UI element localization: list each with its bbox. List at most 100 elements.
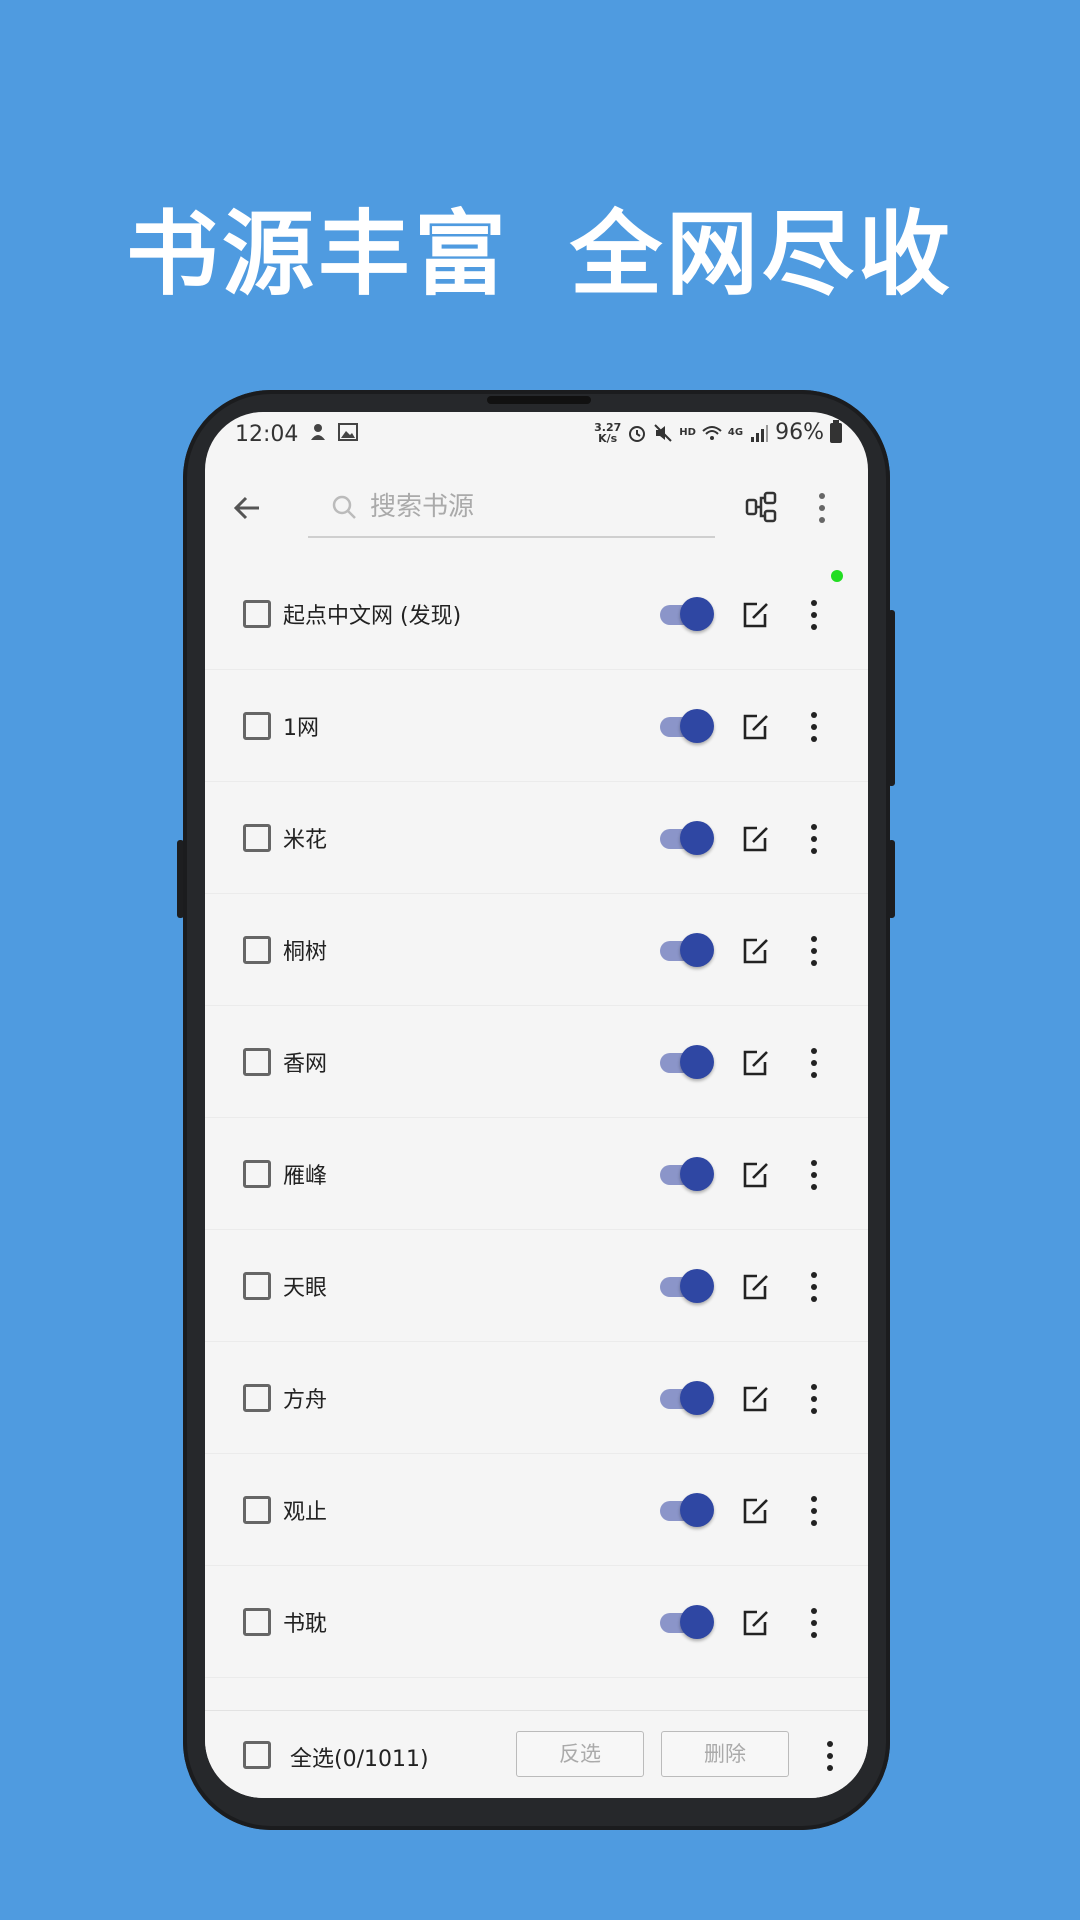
more-vert-icon[interactable] <box>809 1382 819 1416</box>
source-checkbox[interactable] <box>243 1048 271 1076</box>
source-enable-toggle[interactable] <box>660 820 714 856</box>
phone-speaker <box>487 396 591 404</box>
source-checkbox[interactable] <box>243 1160 271 1188</box>
more-vert-icon[interactable] <box>809 934 819 968</box>
mute-icon <box>654 423 672 442</box>
edit-icon[interactable] <box>741 1496 771 1526</box>
edit-icon[interactable] <box>741 1384 771 1414</box>
source-enable-toggle[interactable] <box>660 1380 714 1416</box>
image-icon <box>338 423 358 441</box>
toggle-knob <box>680 1269 714 1303</box>
toggle-knob <box>680 1493 714 1527</box>
toggle-knob <box>680 1381 714 1415</box>
toggle-knob <box>680 1045 714 1079</box>
source-enable-toggle[interactable] <box>660 1156 714 1192</box>
source-name: 米花 <box>283 828 328 853</box>
source-name: 雁峰 <box>283 1164 328 1189</box>
more-vert-icon[interactable] <box>809 1158 819 1192</box>
source-enable-toggle[interactable] <box>660 1268 714 1304</box>
edit-icon[interactable] <box>741 936 771 966</box>
search-bar[interactable] <box>308 478 715 538</box>
source-row[interactable]: 香网 <box>205 1006 868 1118</box>
source-row[interactable]: 观止 <box>205 1454 868 1566</box>
source-checkbox[interactable] <box>243 600 271 628</box>
status-indicator-dot <box>831 570 843 582</box>
group-icon[interactable] <box>745 490 779 524</box>
status-time: 12:04 <box>235 422 299 447</box>
source-enable-toggle[interactable] <box>660 1604 714 1640</box>
more-vert-icon[interactable] <box>825 1739 835 1773</box>
signal-icon <box>751 424 769 442</box>
select-all-checkbox[interactable] <box>243 1741 271 1769</box>
toggle-knob <box>680 821 714 855</box>
toggle-knob <box>680 1157 714 1191</box>
edit-icon[interactable] <box>741 1048 771 1078</box>
app-notification-icon <box>311 424 325 440</box>
wifi-icon <box>702 425 722 440</box>
more-vert-icon[interactable] <box>809 1270 819 1304</box>
search-input[interactable] <box>370 492 690 522</box>
select-all-label[interactable]: 全选(0/1011) <box>290 1741 429 1773</box>
more-vert-icon[interactable] <box>815 490 829 526</box>
source-checkbox[interactable] <box>243 1496 271 1524</box>
source-name: 1网 <box>283 716 319 741</box>
source-checkbox[interactable] <box>243 712 271 740</box>
source-checkbox[interactable] <box>243 936 271 964</box>
toggle-knob <box>680 709 714 743</box>
bottom-action-bar: 全选(0/1011) 反选 删除 <box>205 1710 868 1798</box>
search-icon <box>332 495 356 519</box>
toggle-knob <box>680 597 714 631</box>
more-vert-icon[interactable] <box>809 1494 819 1528</box>
source-enable-toggle[interactable] <box>660 708 714 744</box>
edit-icon[interactable] <box>741 1272 771 1302</box>
source-row[interactable]: 1网 <box>205 670 868 782</box>
battery-icon <box>830 419 842 443</box>
source-row[interactable]: 雁峰 <box>205 1118 868 1230</box>
source-name: 观止 <box>283 1500 328 1525</box>
source-name: 桐树 <box>283 940 328 965</box>
source-row[interactable]: 天眼 <box>205 1230 868 1342</box>
edit-icon[interactable] <box>741 824 771 854</box>
toolbar <box>205 464 868 554</box>
source-row[interactable]: 起点中文网 (发现) <box>205 558 868 670</box>
source-row[interactable]: 方舟 <box>205 1342 868 1454</box>
hd-badge: HD <box>679 427 696 438</box>
edit-icon[interactable] <box>741 712 771 742</box>
invert-selection-button[interactable]: 反选 <box>516 1731 644 1777</box>
source-checkbox[interactable] <box>243 824 271 852</box>
more-vert-icon[interactable] <box>809 598 819 632</box>
source-checkbox[interactable] <box>243 1608 271 1636</box>
edit-icon[interactable] <box>741 600 771 630</box>
source-enable-toggle[interactable] <box>660 1044 714 1080</box>
source-row[interactable]: 桐树 <box>205 894 868 1006</box>
source-name: 天眼 <box>283 1276 328 1301</box>
alarm-icon <box>629 425 646 442</box>
source-row[interactable]: 书耽 <box>205 1566 868 1678</box>
source-enable-toggle[interactable] <box>660 596 714 632</box>
source-checkbox[interactable] <box>243 1272 271 1300</box>
headline-part2: 全网尽收 <box>570 201 955 308</box>
source-name: 香网 <box>283 1052 328 1077</box>
source-name: 方舟 <box>283 1388 328 1413</box>
promo-headline: 书源丰富 全网尽收 <box>0 180 1080 313</box>
toggle-knob <box>680 1605 714 1639</box>
delete-button[interactable]: 删除 <box>661 1731 789 1777</box>
battery-percent: 96% <box>775 420 824 445</box>
more-vert-icon[interactable] <box>809 1046 819 1080</box>
edit-icon[interactable] <box>741 1160 771 1190</box>
edit-icon[interactable] <box>741 1608 771 1638</box>
source-enable-toggle[interactable] <box>660 1492 714 1528</box>
source-row[interactable]: 米花 <box>205 782 868 894</box>
more-vert-icon[interactable] <box>809 822 819 856</box>
headline-part1: 书源丰富 <box>125 201 510 308</box>
more-vert-icon[interactable] <box>809 710 819 744</box>
source-name: 书耽 <box>283 1612 328 1637</box>
status-bar: 12:04 3.27 K/s HD 4G 96% <box>205 412 868 460</box>
source-enable-toggle[interactable] <box>660 932 714 968</box>
source-list: 起点中文网 (发现) 1网 米花 桐树 香网 雁峰 天眼 方舟 观止 书耽 <box>205 558 868 1678</box>
source-checkbox[interactable] <box>243 1384 271 1412</box>
back-arrow-icon[interactable] <box>229 490 265 526</box>
network-speed: 3.27 K/s <box>594 420 622 445</box>
network-type: 4G <box>727 427 744 438</box>
more-vert-icon[interactable] <box>809 1606 819 1640</box>
